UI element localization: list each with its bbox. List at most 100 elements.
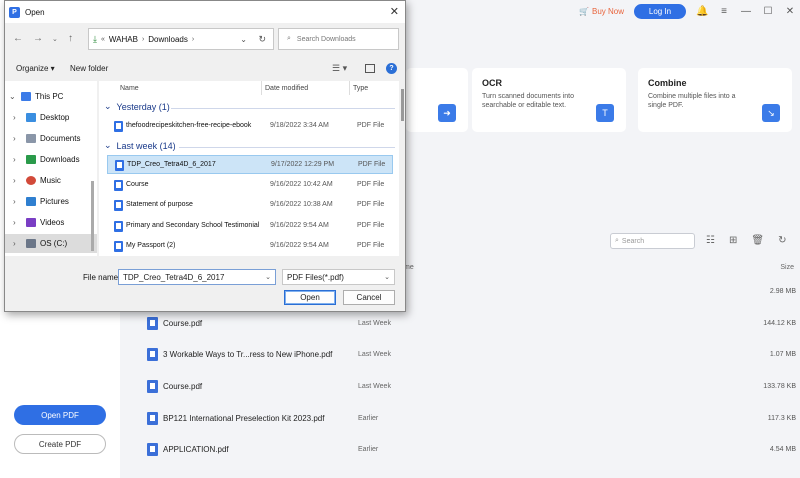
dialog-footer: File name: TDP_Creo_Tetra4D_6_2017 ⌄ PDF… [5,263,405,313]
pdf-file-icon [114,200,123,211]
file-name-value: TDP_Creo_Tetra4D_6_2017 [123,272,225,282]
chevron-right-icon[interactable]: › [13,239,16,248]
column-divider[interactable] [349,81,350,95]
group-header-last-week[interactable]: ⌄ Last week (14) [104,140,176,151]
file-row-selected[interactable]: TDP_Creo_Tetra4D_6_2017 9/17/2022 12:29 … [107,155,393,174]
login-button[interactable]: Log In [634,3,686,19]
minimize-icon[interactable]: — [740,6,752,17]
recent-file-row[interactable]: 3 Workable Ways to Tr...ress to New iPho… [120,339,800,370]
chevron-right-icon[interactable]: › [13,218,16,227]
group-header-yesterday[interactable]: ⌄ Yesterday (1) [104,101,170,112]
nav-item-documents[interactable]: › Documents [5,129,97,148]
search-downloads-input[interactable]: ⌕ Search Downloads [278,28,399,50]
chevron-down-icon[interactable]: ⌄ [384,273,390,281]
nav-label: Videos [40,218,65,227]
chevron-right-icon[interactable]: › [13,197,16,206]
column-header-date[interactable]: Date modified [265,81,308,95]
file-row[interactable]: Statement of purpose 9/16/2022 10:38 AM … [107,196,393,215]
recent-file-row[interactable]: Course.pdf Last Week 133.78 KB [120,371,800,402]
chevron-right-icon[interactable]: › [13,113,16,122]
up-arrow-icon[interactable]: ↑ [68,33,73,44]
recent-file-row[interactable]: BP121 International Preselection Kit 202… [120,403,800,434]
nav-item-os-c[interactable]: › OS (C:) [5,234,97,253]
file-type-value: PDF Files(*.pdf) [287,272,344,282]
address-row: ← → ⌄ ↑ ⤓ « WAHAB › Downloads › ⌄ ↻ ⌕ Se… [5,27,405,51]
column-header-name[interactable]: Name [120,81,139,95]
chevron-right-icon[interactable]: › [13,176,16,185]
maximize-icon[interactable]: ☐ [762,6,774,17]
chevron-down-icon[interactable]: ⌄ [265,273,271,281]
path-segment-wahab[interactable]: WAHAB [109,35,138,44]
downloads-icon [26,155,36,164]
open-button[interactable]: Open [284,290,336,305]
nav-item-pictures[interactable]: › Pictures [5,192,97,211]
videos-icon [26,218,36,227]
file-type-select[interactable]: PDF Files(*.pdf) ⌄ [282,269,395,285]
file-type: PDF File [357,222,385,229]
organize-menu[interactable]: Organize ▾ [16,64,55,73]
file-date: 9/18/2022 3:34 AM [270,122,329,129]
address-bar[interactable]: ⤓ « WAHAB › Downloads › ⌄ ↻ [88,28,274,50]
chevron-right-icon[interactable]: › [13,155,16,164]
recent-locations-chevron-icon[interactable]: ⌄ [52,35,58,43]
back-arrow-icon[interactable]: ← [13,33,23,44]
buy-now-link[interactable]: 🛒 Buy Now [579,7,624,16]
open-pdf-button[interactable]: Open PDF [14,405,106,425]
list-view-icon[interactable]: ☷ [706,235,715,246]
nav-item-music[interactable]: › Music [5,171,97,190]
file-row[interactable]: thefoodrecipeskitchen-free-recipe-ebook … [107,117,393,136]
recent-files-search[interactable]: ⌕ Search [610,233,695,249]
nav-item-this-pc[interactable]: ⌄ This PC [5,87,97,106]
file-row[interactable]: Course 9/16/2022 10:42 AM PDF File [107,176,393,195]
forward-arrow-icon[interactable]: → [33,33,43,44]
pdf-file-icon [114,241,123,252]
chevron-right-icon[interactable]: › [13,134,16,143]
file-name-input[interactable]: TDP_Creo_Tetra4D_6_2017 ⌄ [118,269,276,285]
trash-icon[interactable]: 🗑 [751,235,764,246]
recent-file-row[interactable]: APPLICATION.pdf Earlier 4.54 MB [120,434,800,465]
preview-pane-icon[interactable] [365,63,375,73]
dialog-close-icon[interactable]: ✕ [390,5,399,18]
nav-scrollbar[interactable] [91,181,94,251]
new-folder-button[interactable]: New folder [70,64,108,73]
arrow-right-icon: ➜ [438,104,456,122]
help-icon[interactable]: ? [386,62,397,74]
nav-item-desktop[interactable]: › Desktop [5,108,97,127]
pictures-icon [26,197,36,206]
column-divider[interactable] [261,81,262,95]
file-list-scrollbar[interactable] [401,89,404,121]
file-name: BP121 International Preselection Kit 202… [163,414,325,423]
chevron-right-icon: › [191,35,195,43]
tool-card-partial[interactable]: ➜ [406,68,468,132]
file-name: APPLICATION.pdf [163,445,229,454]
file-date: 9/16/2022 9:54 AM [270,242,329,249]
bell-icon[interactable]: 🔔 [696,6,708,17]
create-pdf-button[interactable]: Create PDF [14,434,106,454]
view-options-icon[interactable]: ☰ ▾ [332,63,347,74]
tool-card-combine[interactable]: Combine Combine multiple files into a si… [638,68,792,132]
file-row[interactable]: Primary and Secondary School Testimonial… [107,217,393,236]
dialog-title: Open [25,7,45,17]
chevron-down-icon: ⌄ [104,101,112,111]
pdf-file-icon [114,121,123,132]
cancel-button[interactable]: Cancel [343,290,395,305]
path-overflow[interactable]: « [101,36,105,43]
file-date: Last Week [358,351,391,358]
file-size: 133.78 KB [763,383,796,390]
refresh-icon[interactable]: ↻ [778,235,786,246]
chevron-down-icon[interactable]: ⌄ [9,92,16,101]
close-icon[interactable]: ✕ [784,6,796,17]
file-row[interactable]: My Passport (2) 9/16/2022 9:54 AM PDF Fi… [107,237,393,256]
file-date: Earlier [358,415,379,422]
menu-icon[interactable]: ≡ [718,6,730,17]
music-icon [26,176,36,185]
nav-item-videos[interactable]: › Videos [5,213,97,232]
combine-icon: ↘ [762,104,780,122]
refresh-icon[interactable]: ↻ [258,34,266,45]
tool-card-ocr[interactable]: OCR Turn scanned documents into searchab… [472,68,626,132]
address-dropdown-icon[interactable]: ⌄ [240,35,247,44]
nav-item-downloads[interactable]: › Downloads [5,150,97,169]
path-segment-downloads[interactable]: Downloads [148,35,188,44]
grid-view-icon[interactable]: ⊞ [729,235,737,246]
column-header-type[interactable]: Type [353,81,368,95]
